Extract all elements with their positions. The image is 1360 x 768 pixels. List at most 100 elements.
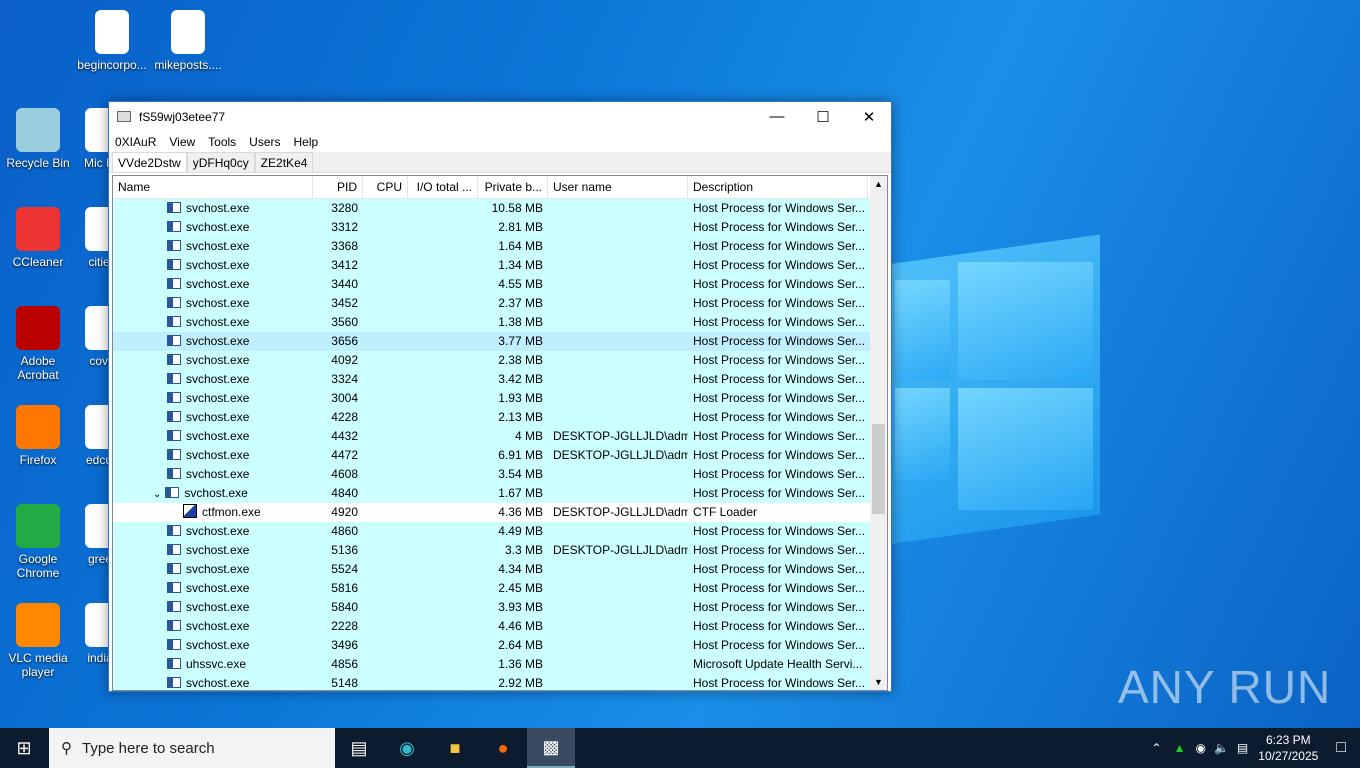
process-row[interactable]: ⌄ svchost.exe 4840 1.67 MB Host Process for … [113, 484, 887, 503]
process-row[interactable]: svchost.exe 2228 4.46 MB Host Process for W… [113, 617, 887, 636]
title-bar[interactable]: fS59wj03etee77 — ☐ ✕ [109, 102, 891, 131]
process-cell: 5816 [313, 579, 363, 598]
process-row[interactable]: svchost.exe 3440 4.55 MB Host Process for W… [113, 275, 887, 294]
cell-text: Host Process for Windows Ser... [693, 486, 866, 500]
process-row[interactable]: svchost.exe 3368 1.64 MB Host Process for W… [113, 237, 887, 256]
cell-text: uhssvc.exe [186, 657, 247, 671]
camera-icon[interactable]: ◉ [1195, 741, 1205, 755]
process-row[interactable]: uhssvc.exe 4856 1.36 MB Microsoft Update He… [113, 655, 887, 674]
process-row[interactable]: svchost.exe 3280 10.58 MB Host Process for … [113, 199, 887, 218]
search-box[interactable]: ⚲ Type here to search [49, 728, 335, 768]
process-cell: Host Process for Windows Ser... [688, 636, 868, 655]
process-row[interactable]: svchost.exe 3496 2.64 MB Host Process for W… [113, 636, 887, 655]
chevron-down-icon[interactable]: ⌄ [153, 489, 161, 500]
process-row[interactable]: svchost.exe 4472 6.91 MB DESKTOP-JGLLJLD\ad… [113, 446, 887, 465]
process-row[interactable]: svchost.exe 4860 4.49 MB Host Process for W… [113, 522, 887, 541]
process-cell: 4432 [313, 427, 363, 446]
volume-icon[interactable]: 🔈 [1214, 741, 1229, 755]
menu-item[interactable]: 0XIAuR [115, 135, 156, 149]
vertical-scrollbar[interactable]: ▲ ▼ [870, 176, 887, 690]
cell-text: Host Process for Windows Ser... [693, 334, 866, 348]
column-header[interactable]: Description [688, 176, 868, 198]
menu-item[interactable]: Help [294, 135, 319, 149]
image-file-icon [95, 10, 129, 54]
process-cell: 3312 [313, 218, 363, 237]
column-header[interactable]: I/O total ... [408, 176, 478, 198]
process-row[interactable]: svchost.exe 5136 3.3 MB DESKTOP-JGLLJLD\adm… [113, 541, 887, 560]
process-row[interactable]: svchost.exe 3656 3.77 MB Host Process for W… [113, 332, 887, 351]
process-cell: 2.81 MB [478, 218, 548, 237]
column-header[interactable]: User name [548, 176, 688, 198]
scroll-down-icon[interactable]: ▼ [870, 674, 887, 690]
process-cell: 4228 [313, 408, 363, 427]
desktop-icon-image [16, 603, 60, 647]
edge-icon[interactable]: ◉ [383, 728, 431, 768]
process-cell [363, 579, 408, 598]
process-cell: Host Process for Windows Ser... [688, 237, 868, 256]
column-header[interactable]: PID [313, 176, 363, 198]
process-row[interactable]: svchost.exe 3560 1.38 MB Host Process for W… [113, 313, 887, 332]
tab[interactable]: yDFHq0cy [186, 152, 255, 172]
desktop-icon-image [16, 108, 60, 152]
process-cell: 2.37 MB [478, 294, 548, 313]
process-icon [165, 487, 180, 498]
menu-item[interactable]: Users [249, 135, 280, 149]
process-row[interactable]: ctfmon.exe 4920 4.36 MB DESKTOP-JGLLJLD\adm… [113, 503, 887, 522]
process-cell: svchost.exe [113, 427, 313, 446]
process-cell [408, 237, 478, 256]
cell-text: Host Process for Windows Ser... [693, 315, 866, 329]
process-cell: 4.34 MB [478, 560, 548, 579]
start-button[interactable]: ⊞ [0, 728, 48, 768]
process-cell [408, 636, 478, 655]
scroll-up-icon[interactable]: ▲ [870, 176, 887, 192]
clock[interactable]: 6:23 PM 10/27/2025 [1258, 732, 1318, 764]
process-cell [548, 465, 688, 484]
process-cell [408, 332, 478, 351]
desktop-icon[interactable]: begincorpo... [74, 10, 150, 72]
process-row[interactable]: svchost.exe 5524 4.34 MB Host Process for W… [113, 560, 887, 579]
process-row[interactable]: svchost.exe 5840 3.93 MB Host Process for W… [113, 598, 887, 617]
cell-text: 3496 [331, 638, 358, 652]
process-row[interactable]: svchost.exe 4608 3.54 MB Host Process for W… [113, 465, 887, 484]
desktop-icon[interactable]: mikeposts.... [150, 10, 226, 72]
maximize-button[interactable]: ☐ [800, 102, 846, 131]
tab[interactable]: ZE2tKe4 [254, 152, 314, 172]
process-row[interactable]: svchost.exe 3004 1.93 MB Host Process for W… [113, 389, 887, 408]
network-icon[interactable]: ▤ [1237, 741, 1248, 755]
process-row[interactable]: svchost.exe 5816 2.45 MB Host Process for W… [113, 579, 887, 598]
process-cell [548, 294, 688, 313]
chevron-up-icon[interactable]: ⌃ [1152, 741, 1162, 755]
column-header[interactable]: Name [113, 176, 313, 198]
process-row[interactable]: svchost.exe 3324 3.42 MB Host Process for W… [113, 370, 887, 389]
process-row[interactable]: svchost.exe 4228 2.13 MB Host Process for W… [113, 408, 887, 427]
menu-item[interactable]: Tools [208, 135, 236, 149]
column-header[interactable]: Private b... [478, 176, 548, 198]
process-cell [548, 199, 688, 218]
process-row[interactable]: svchost.exe 3412 1.34 MB Host Process for W… [113, 256, 887, 275]
process-cell [548, 655, 688, 674]
process-cell: 4856 [313, 655, 363, 674]
scroll-thumb[interactable] [872, 424, 885, 514]
process-row[interactable]: svchost.exe 3312 2.81 MB Host Process for W… [113, 218, 887, 237]
monitor-graph-icon[interactable]: ▲ [1174, 741, 1186, 755]
process-cell: 1.93 MB [478, 389, 548, 408]
firefox-icon[interactable]: ● [479, 728, 527, 768]
process-cell [363, 351, 408, 370]
process-row[interactable]: svchost.exe 4432 4 MB DESKTOP-JGLLJLD\admi H… [113, 427, 887, 446]
close-button[interactable]: ✕ [846, 102, 892, 131]
file-explorer-icon[interactable]: ■ [431, 728, 479, 768]
process-icon [167, 392, 181, 403]
process-hacker-taskbar-icon[interactable]: ▩ [527, 728, 575, 768]
notifications-icon[interactable]: □ [1336, 739, 1346, 757]
process-row[interactable]: svchost.exe 3452 2.37 MB Host Process for W… [113, 294, 887, 313]
menu-item[interactable]: View [169, 135, 195, 149]
column-header[interactable]: CPU [363, 176, 408, 198]
process-row[interactable]: svchost.exe 5148 2.92 MB Host Process for W… [113, 674, 887, 690]
process-row[interactable]: svchost.exe 4092 2.38 MB Host Process for W… [113, 351, 887, 370]
task-view-icon[interactable]: ▤ [335, 728, 383, 768]
process-cell: 4920 [313, 503, 363, 522]
process-cell [408, 579, 478, 598]
tab[interactable]: VVde2Dstw [112, 152, 187, 172]
minimize-button[interactable]: — [754, 102, 800, 131]
process-cell: 5840 [313, 598, 363, 617]
